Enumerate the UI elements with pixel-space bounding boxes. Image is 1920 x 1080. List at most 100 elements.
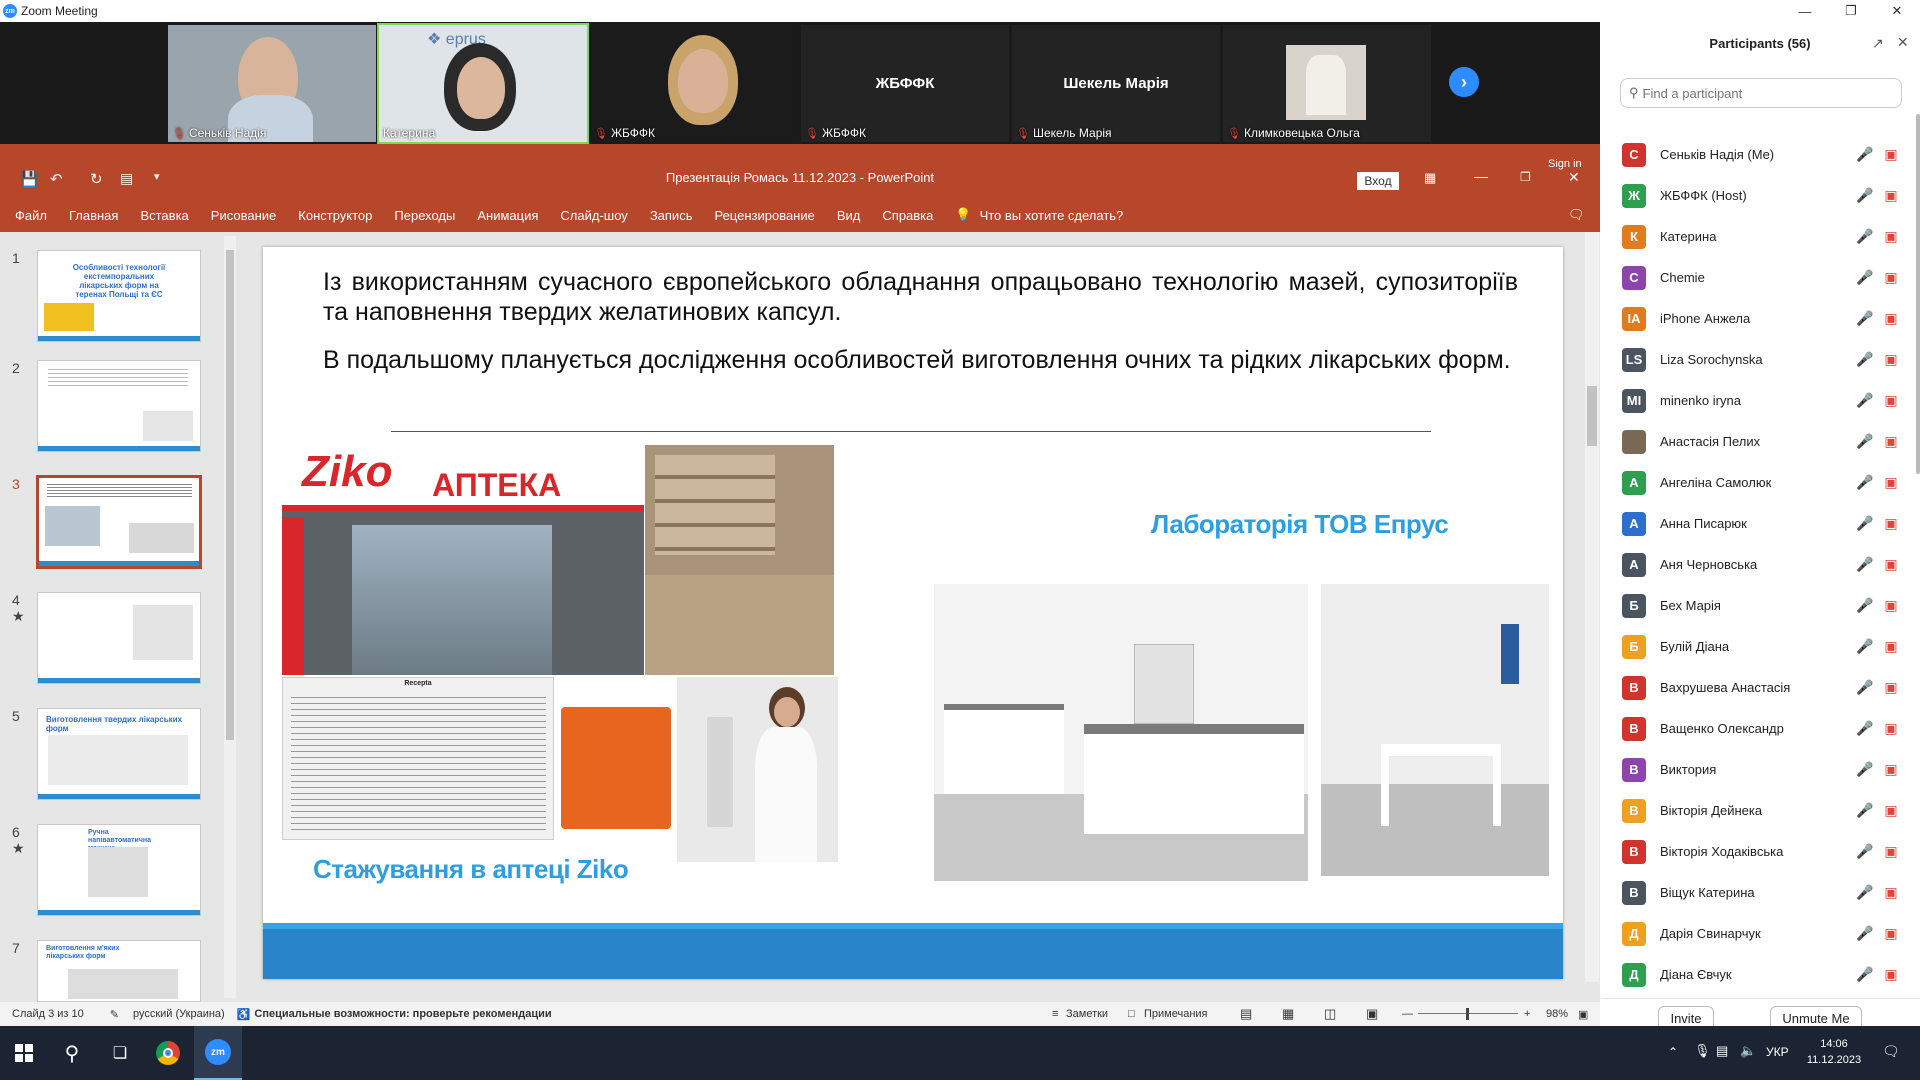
video-off-icon[interactable]: ▣ xyxy=(1878,392,1904,409)
video-off-icon[interactable]: ▣ xyxy=(1878,843,1904,860)
mic-muted-icon[interactable]: 🎤 xyxy=(1852,761,1878,778)
video-off-icon[interactable]: ▣ xyxy=(1878,515,1904,532)
accessibility-check[interactable]: Специальные возможности: проверьте реком… xyxy=(254,1008,551,1020)
microphone-icon[interactable]: 🎙 xyxy=(1694,1043,1711,1059)
participant-row[interactable]: В Віщук Катерина 🎤 ▣ xyxy=(1600,872,1920,913)
participant-row[interactable]: IA iPhone Анжела 🎤 ▣ xyxy=(1600,298,1920,339)
mic-muted-icon[interactable]: 🎤 xyxy=(1852,679,1878,696)
tab-insert[interactable]: Вставка xyxy=(140,208,188,223)
next-page-button[interactable]: › xyxy=(1449,67,1479,97)
mic-muted-icon[interactable]: 🎤 xyxy=(1852,310,1878,327)
mic-muted-icon[interactable]: 🎤 xyxy=(1852,925,1878,942)
video-off-icon[interactable]: ▣ xyxy=(1878,925,1904,942)
tab-draw[interactable]: Рисование xyxy=(211,208,276,223)
video-off-icon[interactable]: ▣ xyxy=(1878,228,1904,245)
mic-muted-icon[interactable]: 🎤 xyxy=(1852,228,1878,245)
participant-row[interactable]: Анастасія Пелих 🎤 ▣ xyxy=(1600,421,1920,462)
tab-transitions[interactable]: Переходы xyxy=(394,208,455,223)
video-tile[interactable]: 🎙 Сеньків Надія xyxy=(168,25,376,142)
participant-row[interactable]: А Ангеліна Самолюк 🎤 ▣ xyxy=(1600,462,1920,503)
mic-muted-icon[interactable]: 🎤 xyxy=(1852,474,1878,491)
video-tile[interactable]: 🎙 Климковецька Ольга xyxy=(1223,25,1431,142)
windows-start-icon[interactable] xyxy=(0,1026,48,1080)
participant-row[interactable]: С Сеньків Надія (Me) 🎤 ▣ xyxy=(1600,134,1920,175)
notes-button[interactable]: Заметки xyxy=(1066,1008,1108,1020)
sorter-view-icon[interactable]: ▦ xyxy=(1282,1006,1294,1022)
mic-muted-icon[interactable]: 🎤 xyxy=(1852,556,1878,573)
participant-row[interactable]: MI minenko iryna 🎤 ▣ xyxy=(1600,380,1920,421)
notifications-icon[interactable]: 🗨 xyxy=(1882,1043,1900,1060)
tab-design[interactable]: Конструктор xyxy=(298,208,372,223)
popout-icon[interactable]: ↗ xyxy=(1872,35,1884,52)
tray-overflow-icon[interactable]: ⌃ xyxy=(1668,1045,1678,1059)
reading-view-icon[interactable]: ◫ xyxy=(1324,1006,1336,1022)
restore-icon[interactable]: ❐ xyxy=(1520,170,1531,184)
participant-row[interactable]: Д Дарія Свинарчук 🎤 ▣ xyxy=(1600,913,1920,954)
network-icon[interactable]: ▤ xyxy=(1716,1043,1728,1059)
participant-row[interactable]: А Анна Писарюк 🎤 ▣ xyxy=(1600,503,1920,544)
tab-view[interactable]: Вид xyxy=(837,208,861,223)
tab-help[interactable]: Справка xyxy=(882,208,933,223)
participant-row[interactable]: В Вікторія Ходаківська 🎤 ▣ xyxy=(1600,831,1920,872)
search-box[interactable]: ⚲ xyxy=(1620,78,1902,108)
participant-row[interactable]: В Виктория 🎤 ▣ xyxy=(1600,749,1920,790)
video-off-icon[interactable]: ▣ xyxy=(1878,802,1904,819)
participant-row[interactable]: LS Liza Sorochynska 🎤 ▣ xyxy=(1600,339,1920,380)
close-icon[interactable]: ✕ xyxy=(1568,169,1580,186)
volume-icon[interactable]: 🔈 xyxy=(1740,1043,1756,1059)
zoom-app-icon[interactable]: zm xyxy=(194,1026,242,1080)
keyboard-language[interactable]: УКР xyxy=(1766,1045,1789,1059)
video-off-icon[interactable]: ▣ xyxy=(1878,597,1904,614)
video-off-icon[interactable]: ▣ xyxy=(1878,146,1904,163)
close-icon[interactable]: ✕ xyxy=(1874,0,1920,22)
video-off-icon[interactable]: ▣ xyxy=(1878,310,1904,327)
participant-row[interactable]: К Катерина 🎤 ▣ xyxy=(1600,216,1920,257)
zoom-out-icon[interactable]: — xyxy=(1402,1008,1413,1020)
slide-thumbnail[interactable] xyxy=(37,360,201,452)
participant-row[interactable]: В Вікторія Дейнека 🎤 ▣ xyxy=(1600,790,1920,831)
participant-row[interactable]: А Аня Черновська 🎤 ▣ xyxy=(1600,544,1920,585)
minimize-icon[interactable]: — xyxy=(1782,0,1828,22)
mic-muted-icon[interactable]: 🎤 xyxy=(1852,269,1878,286)
slideshow-view-icon[interactable]: ▣ xyxy=(1366,1006,1378,1022)
video-off-icon[interactable]: ▣ xyxy=(1878,556,1904,573)
mic-muted-icon[interactable]: 🎤 xyxy=(1852,146,1878,163)
participant-row[interactable]: Ж ЖБФФК (Host) 🎤 ▣ xyxy=(1600,175,1920,216)
comments-button[interactable]: Примечания xyxy=(1144,1008,1208,1020)
search-input[interactable] xyxy=(1642,85,1883,101)
thumbs-scrollbar[interactable] xyxy=(224,236,236,998)
slide-thumbnail[interactable]: Виготовлення м'яких лікарських форм xyxy=(37,940,201,1002)
mic-muted-icon[interactable]: 🎤 xyxy=(1852,843,1878,860)
video-off-icon[interactable]: ▣ xyxy=(1878,679,1904,696)
participants-scrollbar[interactable] xyxy=(1916,114,1920,474)
spelling-icon[interactable]: ✎ xyxy=(110,1008,119,1021)
video-off-icon[interactable]: ▣ xyxy=(1878,638,1904,655)
mic-muted-icon[interactable]: 🎤 xyxy=(1852,351,1878,368)
mic-muted-icon[interactable]: 🎤 xyxy=(1852,884,1878,901)
language-indicator[interactable]: русский (Украина) xyxy=(133,1008,225,1020)
video-off-icon[interactable]: ▣ xyxy=(1878,351,1904,368)
mic-muted-icon[interactable]: 🎤 xyxy=(1852,720,1878,737)
video-tile-active-speaker[interactable]: ❖ eprus Катерина xyxy=(377,23,589,144)
login-button[interactable]: Вход xyxy=(1357,172,1399,190)
slide-thumbnail[interactable]: Виготовлення твердих лікарських форм xyxy=(37,708,201,800)
mic-muted-icon[interactable]: 🎤 xyxy=(1852,597,1878,614)
video-off-icon[interactable]: ▣ xyxy=(1878,187,1904,204)
tab-home[interactable]: Главная xyxy=(69,208,118,223)
slide-scrollbar[interactable] xyxy=(1585,232,1599,982)
search-icon[interactable]: ⚲ xyxy=(48,1026,96,1080)
mic-muted-icon[interactable]: 🎤 xyxy=(1852,638,1878,655)
video-off-icon[interactable]: ▣ xyxy=(1878,474,1904,491)
tell-me-search[interactable]: Что вы хотите сделать? xyxy=(980,208,1124,223)
slide-canvas[interactable]: Із використанням сучасного європейського… xyxy=(263,247,1563,979)
participant-row[interactable]: Б Бех Марія 🎤 ▣ xyxy=(1600,585,1920,626)
video-off-icon[interactable]: ▣ xyxy=(1878,966,1904,983)
participant-row[interactable]: Д Діана Євчук 🎤 ▣ xyxy=(1600,954,1920,995)
clock[interactable]: 14:06 11.12.2023 xyxy=(1806,1036,1862,1068)
video-tile[interactable]: 🎙 ЖБФФК xyxy=(590,25,798,142)
mic-muted-icon[interactable]: 🎤 xyxy=(1852,433,1878,450)
participant-row[interactable]: В Вахрушева Анастасія 🎤 ▣ xyxy=(1600,667,1920,708)
slide-thumbnail-selected[interactable] xyxy=(36,475,202,569)
video-off-icon[interactable]: ▣ xyxy=(1878,269,1904,286)
slide-thumbnail[interactable]: Особливості технології екстемпоральних л… xyxy=(37,250,201,342)
